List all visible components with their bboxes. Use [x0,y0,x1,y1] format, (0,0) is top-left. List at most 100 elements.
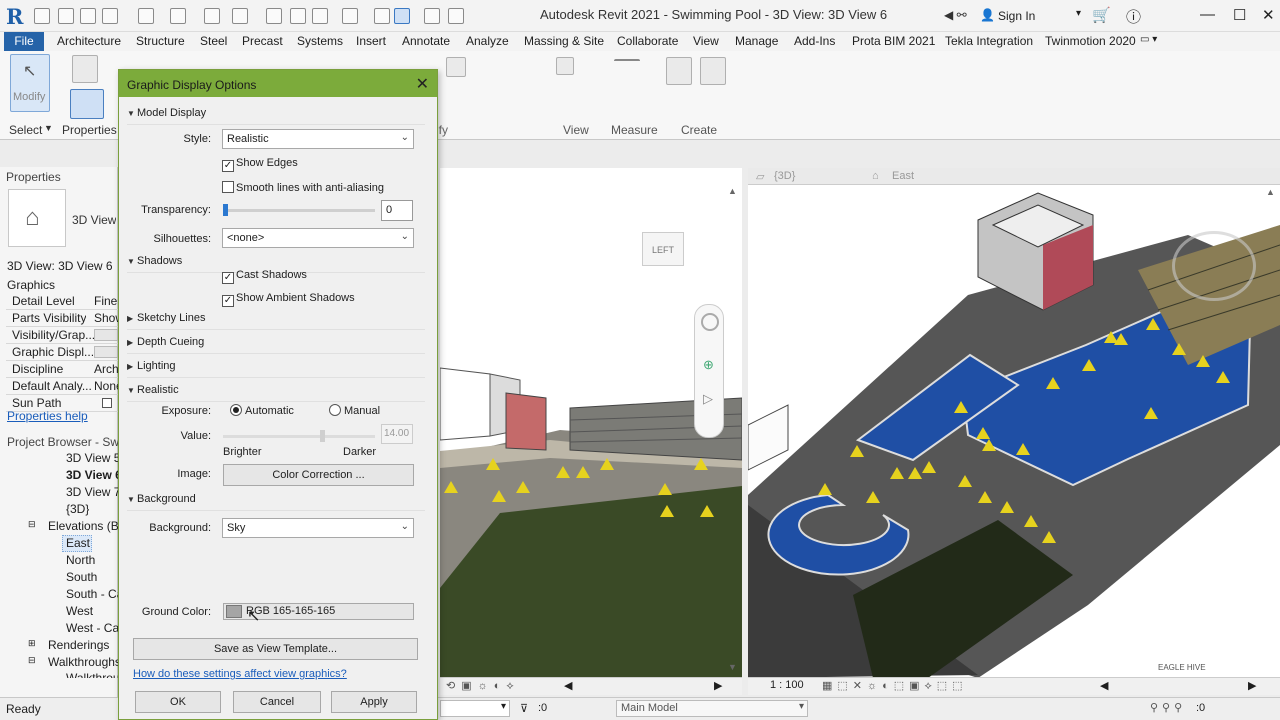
warning-marker[interactable] [954,401,968,413]
modify-button[interactable]: ↖ Modify [10,54,50,112]
modify-tool-icon[interactable] [446,57,466,77]
properties-icon[interactable] [70,89,104,119]
cancel-button[interactable]: Cancel [233,691,321,713]
qa-sync-icon[interactable] [102,8,118,24]
type-selector-image[interactable]: ⌂ [8,189,66,247]
tree-item[interactable]: West - Cal [66,621,122,635]
properties-button[interactable]: Properties [62,123,117,137]
tab-twinmotion[interactable]: Twinmotion 2020 [1045,34,1136,48]
measure-icon[interactable] [614,59,640,73]
view-tool-icon[interactable] [556,57,574,75]
apply-button[interactable]: Apply [331,691,417,713]
warning-marker[interactable] [556,466,570,478]
edit-button[interactable] [94,346,118,358]
tree-item[interactable]: {3D} [66,502,89,516]
warning-marker[interactable] [658,483,672,495]
tree-item[interactable]: Walkthroughs [48,655,121,669]
tree-item[interactable]: Renderings [48,638,109,652]
prop-row[interactable]: Graphic Displ... [6,344,118,361]
prop-row[interactable]: Parts Visibility Show [6,310,124,327]
expand-icon[interactable]: ⊞ [28,638,36,649]
save-view-template-button[interactable]: Save as View Template... [133,638,418,660]
tab-east[interactable]: East [892,170,914,182]
tree-item[interactable]: North [66,553,95,567]
warning-marker[interactable] [1082,359,1096,371]
warning-marker[interactable] [982,439,996,451]
section-lighting[interactable]: ▶ Lighting [127,360,425,378]
warning-marker[interactable] [486,458,500,470]
warning-marker[interactable] [958,475,972,487]
tab-insert[interactable]: Insert [356,34,386,48]
qa-3d-icon[interactable] [342,8,358,24]
warning-marker[interactable] [976,427,990,439]
help-link[interactable]: How do these settings affect view graphi… [133,668,347,680]
tab-file[interactable]: File [4,32,44,51]
scroll-right-icon[interactable]: ▶ [714,679,722,692]
qa-undo-icon[interactable] [138,8,154,24]
close-button[interactable]: ✕ [1262,6,1275,24]
tree-item-active[interactable]: 3D View 6 [66,468,122,482]
warning-marker[interactable] [600,458,614,470]
section-background[interactable]: ▼ Background [127,493,425,511]
qa-save-icon[interactable] [80,8,96,24]
warning-marker[interactable] [660,505,674,517]
exposure-manual-radio[interactable]: Manual [329,404,380,417]
transparency-slider-thumb[interactable] [223,204,228,216]
navigation-bar[interactable]: ⊕ ▷ [694,304,724,438]
view-control-icons[interactable]: ▦⬚✕☼◐⬚▣⟡⬚⬚ [822,679,968,693]
warning-marker[interactable] [700,505,714,517]
warning-marker[interactable] [1000,501,1014,513]
qa-print-icon[interactable] [204,8,220,24]
tree-item[interactable]: Elevations (Bu [48,519,125,533]
tab-manage[interactable]: Manage [735,34,778,48]
search-arrow-icon[interactable]: ◀ ⚯ [944,8,967,22]
revit-logo[interactable]: R [6,4,26,29]
warning-marker[interactable] [1196,355,1210,367]
transparency-input[interactable]: 0 [381,200,413,221]
scroll-left-icon[interactable]: ◀ [564,679,572,692]
warning-marker[interactable] [818,483,832,495]
warning-marker[interactable] [1042,531,1056,543]
scroll-right-icon[interactable]: ▶ [1248,679,1256,692]
section-sketchy-lines[interactable]: ▶ Sketchy Lines [127,312,425,330]
tab-steel[interactable]: Steel [200,34,227,48]
account-dropdown-icon[interactable]: ▾ [1076,8,1081,19]
tree-item[interactable]: South [66,570,97,584]
warning-marker[interactable] [866,491,880,503]
properties-help-link[interactable]: Properties help [7,409,88,423]
warning-marker[interactable] [1172,343,1186,355]
warning-marker[interactable] [1046,377,1060,389]
dialog-close-icon[interactable]: ✕ [416,74,429,94]
warning-marker[interactable] [694,458,708,470]
warning-marker[interactable] [1104,331,1118,343]
qa-section-icon[interactable] [374,8,390,24]
design-option-dropdown[interactable]: Main Model ▾ [616,700,808,717]
tab-3d[interactable]: {3D} [774,170,795,182]
scroll-left-icon[interactable]: ◀ [1100,679,1108,692]
tree-item-selected[interactable]: East [66,536,90,550]
exposure-automatic-radio[interactable]: Automatic [230,404,294,417]
cart-icon[interactable]: 🛒 [1092,6,1111,24]
orbit-icon[interactable]: ▷ [703,391,713,407]
warning-marker[interactable] [1016,443,1030,455]
style-select[interactable]: Realistic ⌄ [222,129,414,149]
tab-precast[interactable]: Precast [242,34,283,48]
view-scale[interactable]: 1 : 100 [770,679,804,691]
collapse-icon[interactable]: ⊟ [28,655,36,666]
silhouettes-select[interactable]: <none> ⌄ [222,228,414,248]
warning-marker[interactable] [1024,515,1038,527]
prop-row[interactable]: Detail Level Fine [6,293,118,310]
collapse-icon[interactable]: ⊟ [28,519,36,530]
tree-item[interactable]: South - Ca [66,587,123,601]
ok-button[interactable]: OK [135,691,221,713]
select-dropdown[interactable]: Select [9,123,42,137]
warning-marker[interactable] [922,461,936,473]
warning-marker[interactable] [890,467,904,479]
warning-marker[interactable] [516,481,530,493]
qa-redo-icon[interactable] [170,8,186,24]
section-depth-cueing[interactable]: ▶ Depth Cueing [127,336,425,354]
ambient-shadows-checkbox[interactable]: ✓ Show Ambient Shadows [222,292,355,307]
viewcube[interactable]: LEFT [642,232,684,266]
qa-home-icon[interactable] [34,8,50,24]
help-icon[interactable]: ⓘ [1126,6,1141,27]
